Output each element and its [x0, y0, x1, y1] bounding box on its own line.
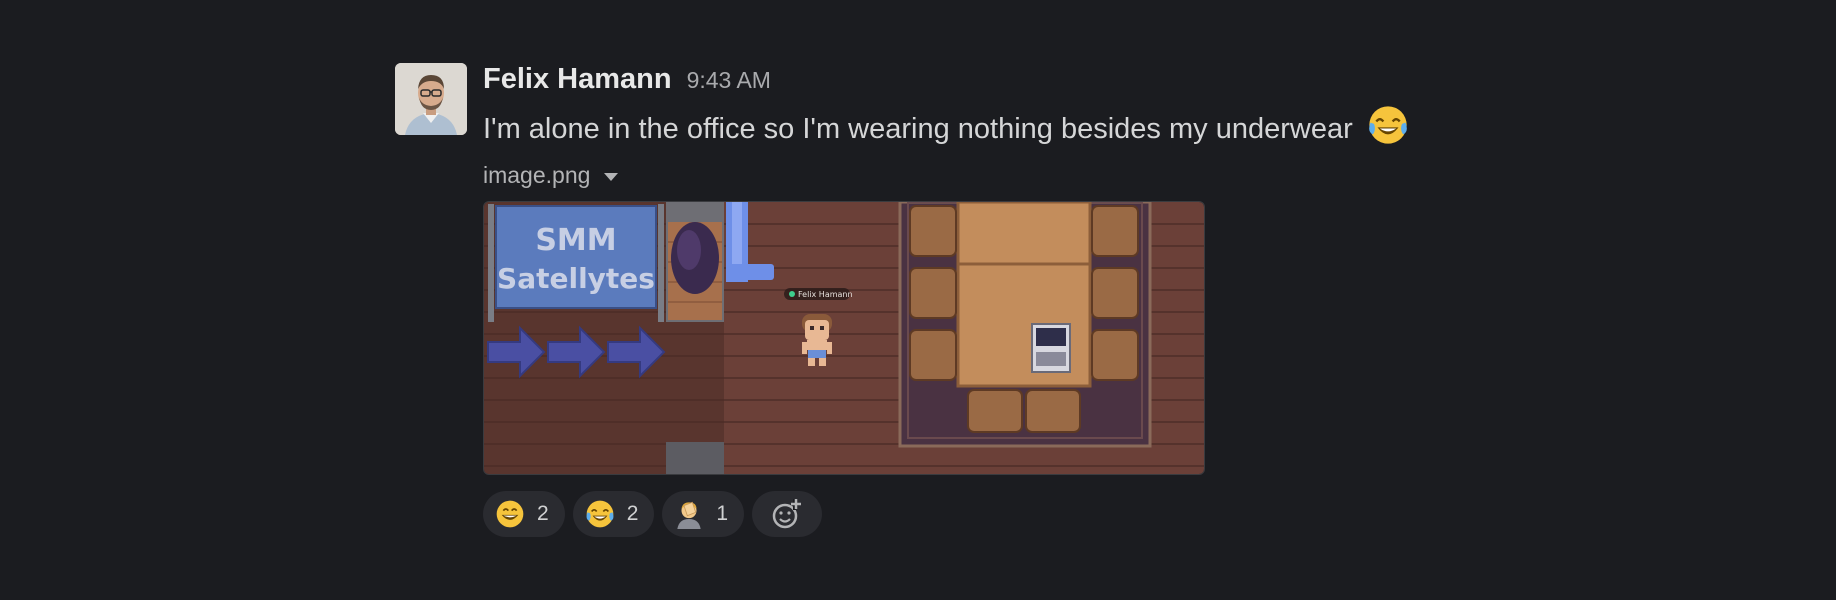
reaction-count: 2	[626, 502, 639, 525]
face-with-tears-of-joy-icon	[586, 500, 614, 528]
avatar[interactable]	[395, 63, 467, 135]
file-name[interactable]: image.png	[483, 162, 590, 189]
reaction-count: 2	[537, 502, 549, 525]
reaction-count: 1	[716, 502, 729, 525]
image-attachment[interactable]: SMM Satellytes Felix Hamann	[483, 201, 1205, 475]
player-name-tag: Felix Hamann	[798, 290, 853, 299]
sign-text-line2: Satellytes	[497, 262, 655, 295]
reaction-facepalm[interactable]: 1	[662, 491, 745, 537]
message-content: Felix Hamann 9:43 AM I'm alone in the of…	[483, 63, 1483, 537]
message-body: I'm alone in the office so I'm wearing n…	[483, 113, 1353, 145]
author-name[interactable]: Felix Hamann	[483, 63, 672, 96]
person-facepalming-icon	[677, 501, 702, 529]
grinning-face-icon	[496, 500, 524, 528]
file-header: image.png	[483, 158, 1483, 192]
office-game-screenshot: SMM Satellytes Felix Hamann	[484, 202, 1204, 474]
reaction-grinning[interactable]: 2	[483, 491, 565, 537]
message-header: Felix Hamann 9:43 AM	[483, 63, 1483, 95]
message-text: I'm alone in the office so I'm wearing n…	[483, 104, 1483, 145]
reactions-bar: 2 2 1	[483, 491, 1483, 537]
add-reaction-icon	[772, 499, 802, 529]
add-reaction-button[interactable]	[752, 491, 823, 537]
timestamp[interactable]: 9:43 AM	[687, 67, 771, 94]
face-with-tears-of-joy-icon	[1367, 104, 1409, 154]
chevron-down-icon[interactable]	[604, 173, 619, 181]
sign-text-line1: SMM	[535, 223, 616, 258]
message: Felix Hamann 9:43 AM I'm alone in the of…	[395, 63, 1495, 543]
reaction-tears-of-joy[interactable]: 2	[572, 491, 655, 537]
